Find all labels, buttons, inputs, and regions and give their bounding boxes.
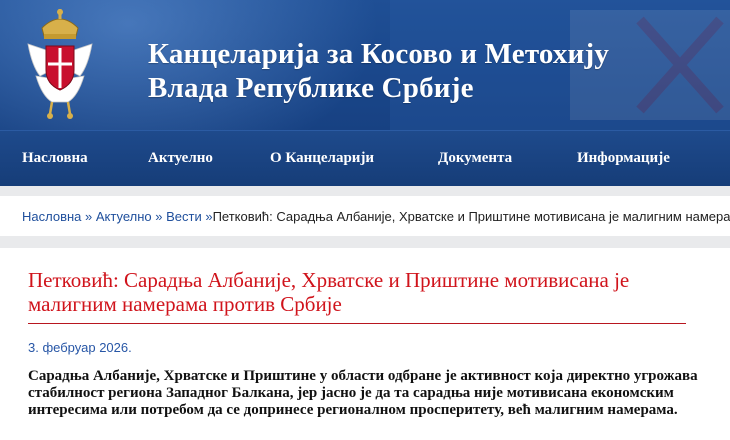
nav-item-about[interactable]: О Канцеларији — [270, 150, 374, 167]
breadcrumb: Насловна » Актуелно » Вести »Петковић: С… — [22, 209, 730, 224]
nav-item-home[interactable]: Насловна — [22, 150, 88, 167]
nav-item-news[interactable]: Актуелно — [148, 150, 213, 167]
article-date: 3. фебруар 2026. — [28, 340, 132, 355]
breadcrumb-section-link[interactable]: Актуелно — [96, 209, 152, 224]
breadcrumb-bar: Насловна » Актуелно » Вести »Петковић: С… — [0, 196, 730, 236]
breadcrumb-separator: » — [201, 209, 213, 224]
title-divider — [28, 323, 686, 324]
site-header: Канцеларија за Косово и Метохију Влада Р… — [0, 0, 730, 130]
breadcrumb-home-link[interactable]: Насловна — [22, 209, 81, 224]
nav-item-information[interactable]: Информације — [577, 150, 670, 167]
article-lead: Сарадња Албаније, Хрватске и Приштине у … — [28, 368, 698, 418]
breadcrumb-separator: » — [81, 209, 96, 224]
article-title: Петковић: Сарадња Албаније, Хрватске и П… — [28, 268, 630, 316]
breadcrumb-current: Петковић: Сарадња Албаније, Хрватске и П… — [212, 209, 730, 224]
breadcrumb-subsection-link[interactable]: Вести — [166, 209, 202, 224]
article-content: Петковић: Сарадња Албаније, Хрватске и П… — [0, 248, 730, 440]
main-navigation: Насловна Актуелно О Канцеларији Документ… — [0, 130, 730, 186]
site-title-line2[interactable]: Влада Републике Србије — [148, 72, 474, 105]
site-title-line1[interactable]: Канцеларија за Косово и Метохију — [148, 38, 609, 71]
coat-of-arms-icon[interactable] — [22, 6, 98, 124]
breadcrumb-separator: » — [151, 209, 167, 224]
nav-item-documents[interactable]: Документа — [438, 150, 512, 167]
